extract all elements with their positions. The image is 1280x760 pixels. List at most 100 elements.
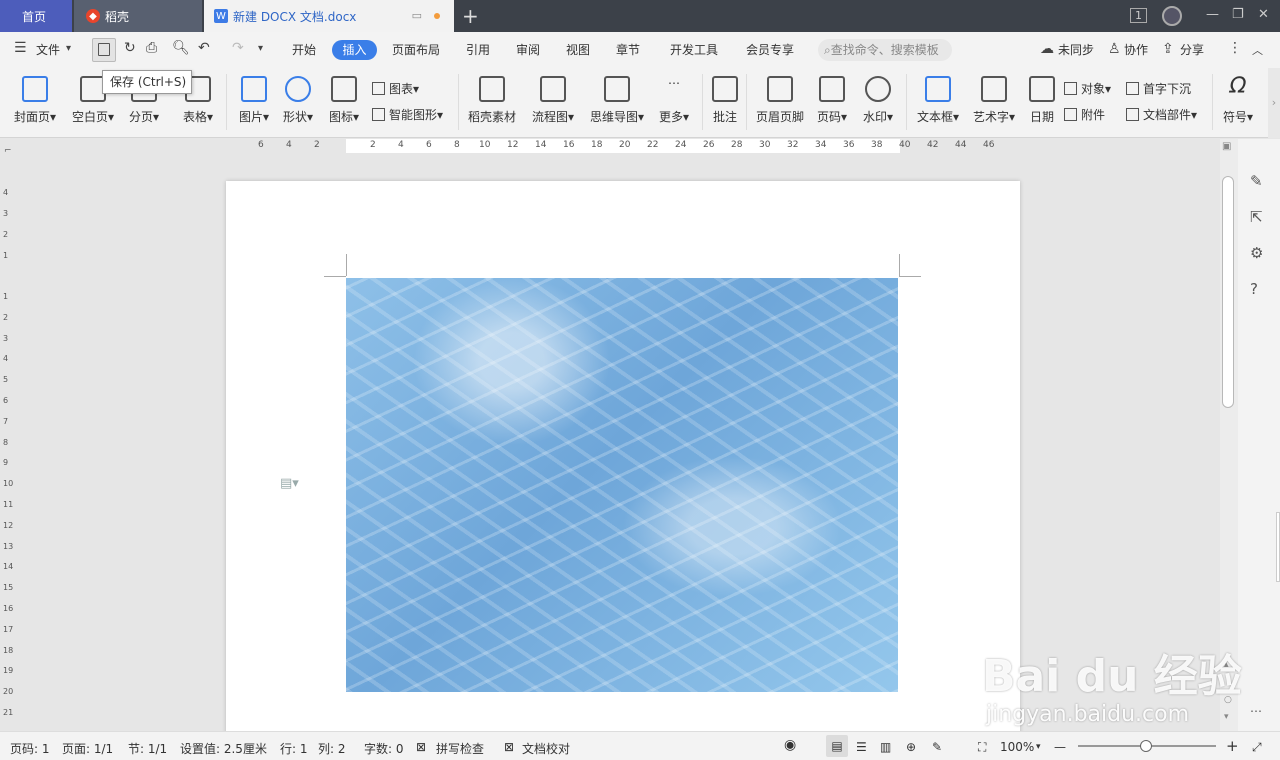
collab-button[interactable]: 协作 (1124, 41, 1148, 58)
tab-view[interactable]: 视图 (566, 41, 590, 58)
tab-home[interactable]: 首页 (0, 0, 72, 32)
restore-button[interactable]: ❐ (1232, 7, 1244, 22)
customize-quick-access-icon[interactable]: ▾ (258, 43, 263, 54)
ruler-tick-label: 44 (955, 140, 967, 150)
share-button[interactable]: 分享 (1180, 41, 1204, 58)
select-pointer-icon[interactable]: ⇱ (1250, 208, 1263, 226)
split-view-icon[interactable]: ▣ (1222, 141, 1231, 152)
redo-icon[interactable]: ↷ (232, 40, 244, 56)
tab-stop-selector[interactable]: ⌐ (4, 146, 12, 156)
more-label: 更多 (658, 110, 683, 124)
zoom-in-button[interactable]: + (1226, 737, 1239, 755)
edit-icon[interactable]: ✎ (1250, 172, 1263, 190)
flowchart-button[interactable]: 流程图▾ (528, 76, 578, 125)
symbol-button[interactable]: Ω 符号▾ (1218, 76, 1258, 125)
zoom-slider-handle[interactable] (1140, 740, 1152, 752)
zoom-dropdown-icon[interactable]: ▾ (1036, 742, 1041, 752)
comment-button[interactable]: 批注 (710, 76, 740, 125)
settings-sliders-icon[interactable]: ⚙ (1250, 244, 1263, 262)
undo-icon[interactable]: ↶ (198, 40, 210, 56)
save-button[interactable] (92, 38, 116, 62)
tab-document[interactable]: W 新建 DOCX 文档.docx ▭ (204, 0, 454, 32)
fit-page-icon[interactable]: ⛶ (978, 740, 986, 755)
monitor-icon[interactable]: ▭ (412, 9, 422, 22)
menu-icon[interactable]: ☰ (14, 40, 27, 56)
paragraph-layout-icon[interactable]: ▤▾ (280, 476, 299, 491)
print-preview-icon[interactable]: 🔍︎ (172, 40, 190, 56)
search-input[interactable]: ⌕查找命令、搜索模板 (818, 39, 952, 61)
watermark-button[interactable]: 水印▾ (858, 76, 898, 125)
ruler-tick-label: 24 (675, 140, 687, 150)
minimize-button[interactable]: — (1206, 7, 1219, 22)
cover-page-button[interactable]: 封面页▾ (10, 76, 60, 125)
tab-references[interactable]: 引用 (466, 41, 490, 58)
avatar[interactable] (1162, 6, 1182, 26)
more-options-icon[interactable]: ⋯ (1250, 704, 1262, 718)
chart-icon (372, 82, 385, 95)
spellcheck-button[interactable]: 拼写检查 (436, 740, 484, 757)
collapse-ribbon-icon[interactable]: ︿ (1252, 42, 1263, 58)
tab-chapter[interactable]: 章节 (616, 41, 640, 58)
attachment-label: 附件 (1081, 108, 1106, 122)
word-count[interactable]: 字数: 0 (364, 740, 404, 757)
window-count-badge[interactable]: 1 (1130, 8, 1147, 23)
outline-view-icon[interactable]: ☰ (856, 740, 867, 754)
web-view-icon[interactable]: ⊕ (906, 740, 916, 754)
doc-parts-icon (1126, 108, 1139, 121)
object-button[interactable]: 对象▾ (1064, 80, 1111, 97)
ruler-tick-label: 13 (3, 541, 14, 551)
side-tab[interactable] (1276, 512, 1280, 582)
page-view-icon[interactable]: ▤ (826, 735, 848, 757)
setting-status[interactable]: 设置值: 2.5厘米 (180, 740, 267, 757)
sync-status[interactable]: 未同步 (1058, 41, 1094, 58)
dropcap-button[interactable]: 首字下沉 (1126, 80, 1191, 97)
icon-button[interactable]: 图标▾ (324, 76, 364, 125)
date-button[interactable]: 日期 (1026, 76, 1058, 125)
shape-button[interactable]: 形状▾ (278, 76, 318, 125)
vertical-ruler[interactable]: 4 3 2 1 1 2 3 4 5 6 7 8 9 10 11 12 13 14 15 16 17 18 19 20 21 (0, 180, 16, 730)
mindmap-button[interactable]: 思维导图▾ (586, 76, 648, 125)
more-menu-icon[interactable]: ⋮ (1228, 40, 1242, 56)
print-icon[interactable]: ⎙ (146, 40, 157, 56)
tab-daoke[interactable]: ◆ 稻壳 (74, 0, 202, 32)
doc-parts-button[interactable]: 文档部件▾ (1126, 106, 1197, 123)
read-view-icon[interactable]: ▥ (880, 740, 891, 754)
daoke-material-button[interactable]: 稻壳素材 (466, 76, 518, 125)
picture-button[interactable]: 图片▾ (234, 76, 274, 125)
textbox-button[interactable]: 文本框▾ (914, 76, 962, 125)
format-painter-icon[interactable]: ↻ (124, 40, 136, 56)
tab-member[interactable]: 会员专享 (746, 41, 794, 58)
more-button[interactable]: ⋯ 更多▾ (654, 76, 694, 125)
tab-start[interactable]: 开始 (292, 41, 316, 58)
tab-insert[interactable]: 插入 (332, 40, 377, 60)
tab-review[interactable]: 审阅 (516, 41, 540, 58)
fullscreen-icon[interactable]: ⤢ (1252, 740, 1262, 755)
zoom-level[interactable]: 100% (1000, 740, 1034, 754)
file-menu[interactable]: 文件 (36, 41, 60, 58)
pages-status[interactable]: 页面: 1/1 (62, 740, 113, 757)
scrollbar-thumb[interactable] (1222, 176, 1234, 408)
tab-page-layout[interactable]: 页面布局 (392, 41, 440, 58)
close-button[interactable]: ✕ (1258, 7, 1269, 22)
page-number-status[interactable]: 页码: 1 (10, 740, 50, 757)
help-icon[interactable]: ? (1250, 280, 1258, 298)
header-footer-button[interactable]: 页眉页脚 (754, 76, 806, 125)
chevron-down-icon[interactable]: ▾ (66, 43, 71, 54)
proofread-button[interactable]: 文档校对 (522, 740, 570, 757)
eye-protection-icon[interactable]: ◉ (784, 737, 796, 753)
tab-developer[interactable]: 开发工具 (670, 41, 718, 58)
zoom-out-button[interactable]: — (1054, 740, 1066, 754)
ribbon-scroll-right[interactable]: › (1268, 68, 1280, 138)
smartart-button[interactable]: 智能图形▾ (372, 106, 443, 123)
page-number-button[interactable]: 页码▾ (812, 76, 852, 125)
new-tab-button[interactable]: + (462, 4, 479, 28)
col-status: 列: 2 (318, 742, 346, 756)
attachment-button[interactable]: 附件 (1064, 106, 1105, 123)
write-mode-icon[interactable]: ✎ (932, 740, 942, 754)
scroll-down-icon[interactable]: ▾ (1224, 712, 1229, 722)
chart-button[interactable]: 图表▾ (372, 80, 419, 97)
horizontal-ruler[interactable]: 6 4 2 2 4 6 8 10 12 14 16 18 20 22 24 26 28 30 32 34 36 38 40 4… (226, 139, 1020, 153)
water-image[interactable] (346, 278, 898, 692)
section-status[interactable]: 节: 1/1 (128, 740, 167, 757)
wordart-button[interactable]: 艺术字▾ (970, 76, 1018, 125)
